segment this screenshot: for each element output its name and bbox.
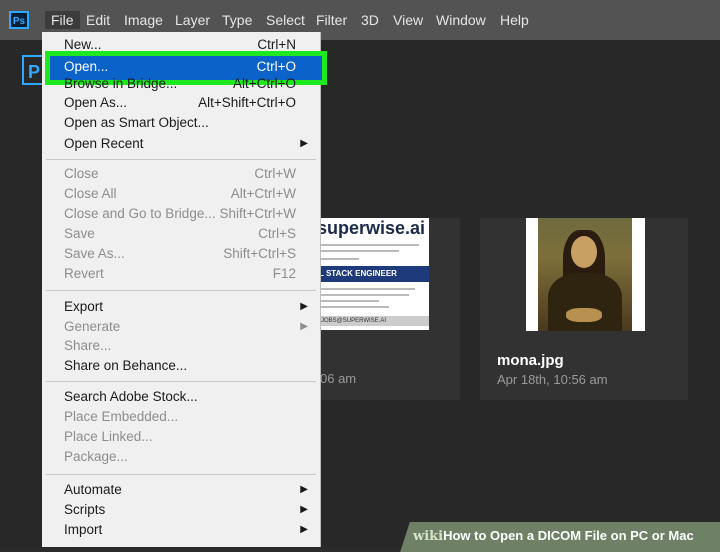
- menu-separator: [46, 474, 316, 475]
- submenu-arrow-icon: ▶: [300, 321, 308, 332]
- menu-item-place-embedded[interactable]: Place Embedded...: [64, 407, 304, 427]
- menu-item-open-smart-object[interactable]: Open as Smart Object...: [64, 113, 304, 133]
- photoshop-logo-icon: Ps: [9, 11, 29, 29]
- menu-3d[interactable]: 3D: [361, 11, 379, 29]
- mona-lisa-image: [538, 218, 632, 331]
- menu-item-open-as[interactable]: Open As... Alt+Shift+Ctrl+O: [64, 93, 304, 113]
- submenu-arrow-icon: ▶: [300, 504, 308, 515]
- recent-file-date: 06 am: [320, 371, 357, 386]
- superwise-thumbnail: superwise.ai L STACK ENGINEER JOBS@SUPER…: [317, 218, 429, 330]
- menu-item-search-adobe-stock[interactable]: Search Adobe Stock...: [64, 387, 304, 407]
- menu-item-browse-bridge[interactable]: Browse in Bridge... Alt+Ctrl+O: [64, 74, 304, 94]
- menu-separator: [46, 290, 316, 291]
- menu-window[interactable]: Window: [436, 11, 486, 29]
- menu-item-share[interactable]: Share...: [64, 336, 304, 356]
- recent-file-title: mona.jpg: [497, 352, 564, 369]
- menu-select[interactable]: Select: [266, 11, 305, 29]
- menu-item-generate[interactable]: Generate ▶: [64, 317, 308, 337]
- menu-separator: [46, 159, 316, 160]
- menu-item-export[interactable]: Export ▶: [64, 297, 308, 317]
- menu-item-save-as[interactable]: Save As... Shift+Ctrl+S: [64, 244, 304, 264]
- menu-item-import[interactable]: Import ▶: [64, 520, 308, 540]
- menu-item-automate[interactable]: Automate ▶: [64, 480, 308, 500]
- menu-item-close-go-bridge[interactable]: Close and Go to Bridge... Shift+Ctrl+W: [64, 204, 304, 224]
- menu-file[interactable]: File: [45, 11, 80, 29]
- menu-item-package[interactable]: Package...: [64, 447, 304, 467]
- menu-help[interactable]: Help: [500, 11, 529, 29]
- poster-footer: JOBS@SUPERWISE.AI: [317, 316, 429, 326]
- menu-filter[interactable]: Filter: [316, 11, 347, 29]
- menu-item-share-behance[interactable]: Share on Behance...: [64, 356, 304, 376]
- submenu-arrow-icon: ▶: [300, 524, 308, 535]
- submenu-arrow-icon: ▶: [300, 484, 308, 495]
- menu-type[interactable]: Type: [222, 11, 252, 29]
- submenu-arrow-icon: ▶: [300, 138, 308, 149]
- poster-brand: superwise.ai: [317, 218, 426, 238]
- watermark-text: wikiHow to Open a DICOM File on PC or Ma…: [413, 528, 694, 544]
- menu-item-close[interactable]: Close Ctrl+W: [64, 164, 304, 184]
- menu-item-open-recent[interactable]: Open Recent ▶: [64, 134, 308, 154]
- submenu-arrow-icon: ▶: [300, 301, 308, 312]
- menu-item-place-linked[interactable]: Place Linked...: [64, 427, 304, 447]
- menu-layer[interactable]: Layer: [175, 11, 210, 29]
- menu-item-scripts[interactable]: Scripts ▶: [64, 500, 308, 520]
- file-menu-dropdown: New... Ctrl+N Open... Ctrl+O Browse in B…: [42, 32, 327, 547]
- mona-thumbnail: [526, 218, 645, 331]
- recent-file-date: Apr 18th, 10:56 am: [497, 372, 608, 387]
- menu-edit[interactable]: Edit: [86, 11, 110, 29]
- poster-banner: L STACK ENGINEER: [317, 266, 429, 282]
- menu-separator: [46, 381, 316, 382]
- menu-item-save[interactable]: Save Ctrl+S: [64, 224, 304, 244]
- menu-item-close-all[interactable]: Close All Alt+Ctrl+W: [64, 184, 304, 204]
- menu-item-revert[interactable]: Revert F12: [64, 264, 304, 284]
- menu-view[interactable]: View: [393, 11, 423, 29]
- menu-image[interactable]: Image: [124, 11, 163, 29]
